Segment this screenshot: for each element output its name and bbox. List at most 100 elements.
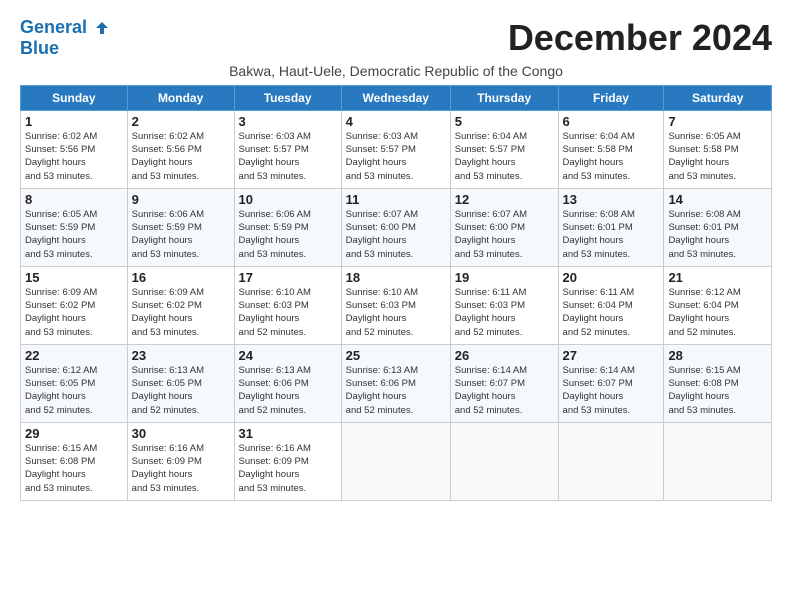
day-detail: Sunrise: 6:04 AMSunset: 5:57 PMDaylight … [455,131,527,182]
week-row-4: 29Sunrise: 6:15 AMSunset: 6:08 PMDayligh… [21,422,772,500]
calendar-cell: 28 Sunrise: 6:15 AMSunset: 6:08 PMDayligh… [664,344,772,422]
day-number: 17 [239,270,337,285]
calendar-cell: 23 Sunrise: 6:13 AMSunset: 6:05 PMDayligh… [127,344,234,422]
day-number: 2 [132,114,230,129]
calendar-table: SundayMondayTuesdayWednesdayThursdayFrid… [20,85,772,501]
day-number: 30 [132,426,230,441]
day-number: 4 [346,114,446,129]
calendar-cell [664,422,772,500]
day-detail: Sunrise: 6:14 AMSunset: 6:07 PMDaylight … [563,365,635,416]
day-detail: Sunrise: 6:07 AMSunset: 6:00 PMDaylight … [346,209,418,260]
day-detail: Sunrise: 6:14 AMSunset: 6:07 PMDaylight … [455,365,527,416]
logo: General Blue [20,18,110,59]
day-detail: Sunrise: 6:02 AMSunset: 5:56 PMDaylight … [25,131,97,182]
col-header-sunday: Sunday [21,85,128,110]
title-block: December 2024 [508,18,772,58]
day-detail: Sunrise: 6:03 AMSunset: 5:57 PMDaylight … [346,131,418,182]
calendar-cell: 10 Sunrise: 6:06 AMSunset: 5:59 PMDayligh… [234,188,341,266]
day-number: 12 [455,192,554,207]
day-detail: Sunrise: 6:10 AMSunset: 6:03 PMDaylight … [346,287,418,338]
day-number: 6 [563,114,660,129]
day-detail: Sunrise: 6:02 AMSunset: 5:56 PMDaylight … [132,131,204,182]
day-detail: Sunrise: 6:04 AMSunset: 5:58 PMDaylight … [563,131,635,182]
day-number: 15 [25,270,123,285]
day-number: 31 [239,426,337,441]
calendar-cell: 20 Sunrise: 6:11 AMSunset: 6:04 PMDayligh… [558,266,664,344]
day-number: 7 [668,114,767,129]
day-number: 8 [25,192,123,207]
day-detail: Sunrise: 6:13 AMSunset: 6:05 PMDaylight … [132,365,204,416]
calendar-cell: 7 Sunrise: 6:05 AMSunset: 5:58 PMDaylight… [664,110,772,188]
day-detail: Sunrise: 6:09 AMSunset: 6:02 PMDaylight … [25,287,97,338]
calendar-cell: 16Sunrise: 6:09 AMSunset: 6:02 PMDayligh… [127,266,234,344]
calendar-cell: 11Sunrise: 6:07 AMSunset: 6:00 PMDayligh… [341,188,450,266]
calendar-cell: 26 Sunrise: 6:14 AMSunset: 6:07 PMDayligh… [450,344,558,422]
col-header-thursday: Thursday [450,85,558,110]
calendar-cell: 15 Sunrise: 6:09 AMSunset: 6:02 PMDayligh… [21,266,128,344]
calendar-cell: 21Sunrise: 6:12 AMSunset: 6:04 PMDayligh… [664,266,772,344]
calendar-cell: 12 Sunrise: 6:07 AMSunset: 6:00 PMDayligh… [450,188,558,266]
calendar-body: 1 Sunrise: 6:02 AMSunset: 5:56 PMDaylight… [21,110,772,500]
col-header-friday: Friday [558,85,664,110]
header: General Blue December 2024 [20,18,772,59]
day-detail: Sunrise: 6:15 AMSunset: 6:08 PMDaylight … [668,365,740,416]
calendar-header-row: SundayMondayTuesdayWednesdayThursdayFrid… [21,85,772,110]
calendar-cell: 17 Sunrise: 6:10 AMSunset: 6:03 PMDayligh… [234,266,341,344]
calendar-cell: 1 Sunrise: 6:02 AMSunset: 5:56 PMDaylight… [21,110,128,188]
calendar-cell [558,422,664,500]
logo-text: General [20,18,110,38]
day-number: 3 [239,114,337,129]
calendar-cell: 24Sunrise: 6:13 AMSunset: 6:06 PMDayligh… [234,344,341,422]
day-number: 23 [132,348,230,363]
day-detail: Sunrise: 6:08 AMSunset: 6:01 PMDaylight … [563,209,635,260]
day-number: 9 [132,192,230,207]
day-detail: Sunrise: 6:05 AMSunset: 5:58 PMDaylight … [668,131,740,182]
day-number: 29 [25,426,123,441]
day-detail: Sunrise: 6:13 AMSunset: 6:06 PMDaylight … [239,365,311,416]
subtitle: Bakwa, Haut-Uele, Democratic Republic of… [20,63,772,79]
day-number: 22 [25,348,123,363]
day-detail: Sunrise: 6:11 AMSunset: 6:04 PMDaylight … [563,287,635,338]
calendar-cell: 19 Sunrise: 6:11 AMSunset: 6:03 PMDayligh… [450,266,558,344]
calendar-cell [341,422,450,500]
logo-icon [94,20,110,36]
day-detail: Sunrise: 6:07 AMSunset: 6:00 PMDaylight … [455,209,527,260]
calendar-cell: 13Sunrise: 6:08 AMSunset: 6:01 PMDayligh… [558,188,664,266]
calendar-cell: 14Sunrise: 6:08 AMSunset: 6:01 PMDayligh… [664,188,772,266]
day-detail: Sunrise: 6:06 AMSunset: 5:59 PMDaylight … [239,209,311,260]
day-number: 28 [668,348,767,363]
day-detail: Sunrise: 6:12 AMSunset: 6:04 PMDaylight … [668,287,740,338]
calendar-cell: 6 Sunrise: 6:04 AMSunset: 5:58 PMDaylight… [558,110,664,188]
calendar-cell: 5 Sunrise: 6:04 AMSunset: 5:57 PMDaylight… [450,110,558,188]
calendar-cell: 8 Sunrise: 6:05 AMSunset: 5:59 PMDaylight… [21,188,128,266]
day-number: 20 [563,270,660,285]
day-detail: Sunrise: 6:08 AMSunset: 6:01 PMDaylight … [668,209,740,260]
day-number: 25 [346,348,446,363]
calendar-cell: 18 Sunrise: 6:10 AMSunset: 6:03 PMDayligh… [341,266,450,344]
day-number: 1 [25,114,123,129]
day-detail: Sunrise: 6:03 AMSunset: 5:57 PMDaylight … [239,131,311,182]
calendar-cell: 9Sunrise: 6:06 AMSunset: 5:59 PMDaylight… [127,188,234,266]
day-number: 26 [455,348,554,363]
calendar-cell: 2 Sunrise: 6:02 AMSunset: 5:56 PMDaylight… [127,110,234,188]
week-row-2: 15 Sunrise: 6:09 AMSunset: 6:02 PMDayligh… [21,266,772,344]
day-number: 27 [563,348,660,363]
day-number: 10 [239,192,337,207]
day-detail: Sunrise: 6:16 AMSunset: 6:09 PMDaylight … [132,443,204,494]
day-detail: Sunrise: 6:05 AMSunset: 5:59 PMDaylight … [25,209,97,260]
week-row-0: 1 Sunrise: 6:02 AMSunset: 5:56 PMDaylight… [21,110,772,188]
day-detail: Sunrise: 6:09 AMSunset: 6:02 PMDaylight … [132,287,204,338]
day-number: 19 [455,270,554,285]
calendar-cell: 31Sunrise: 6:16 AMSunset: 6:09 PMDayligh… [234,422,341,500]
calendar-cell [450,422,558,500]
day-detail: Sunrise: 6:11 AMSunset: 6:03 PMDaylight … [455,287,527,338]
calendar-cell: 27 Sunrise: 6:14 AMSunset: 6:07 PMDayligh… [558,344,664,422]
day-detail: Sunrise: 6:10 AMSunset: 6:03 PMDaylight … [239,287,311,338]
day-number: 5 [455,114,554,129]
calendar-cell: 30 Sunrise: 6:16 AMSunset: 6:09 PMDayligh… [127,422,234,500]
week-row-1: 8 Sunrise: 6:05 AMSunset: 5:59 PMDaylight… [21,188,772,266]
col-header-monday: Monday [127,85,234,110]
calendar-cell: 22Sunrise: 6:12 AMSunset: 6:05 PMDayligh… [21,344,128,422]
month-title: December 2024 [508,18,772,58]
day-number: 18 [346,270,446,285]
